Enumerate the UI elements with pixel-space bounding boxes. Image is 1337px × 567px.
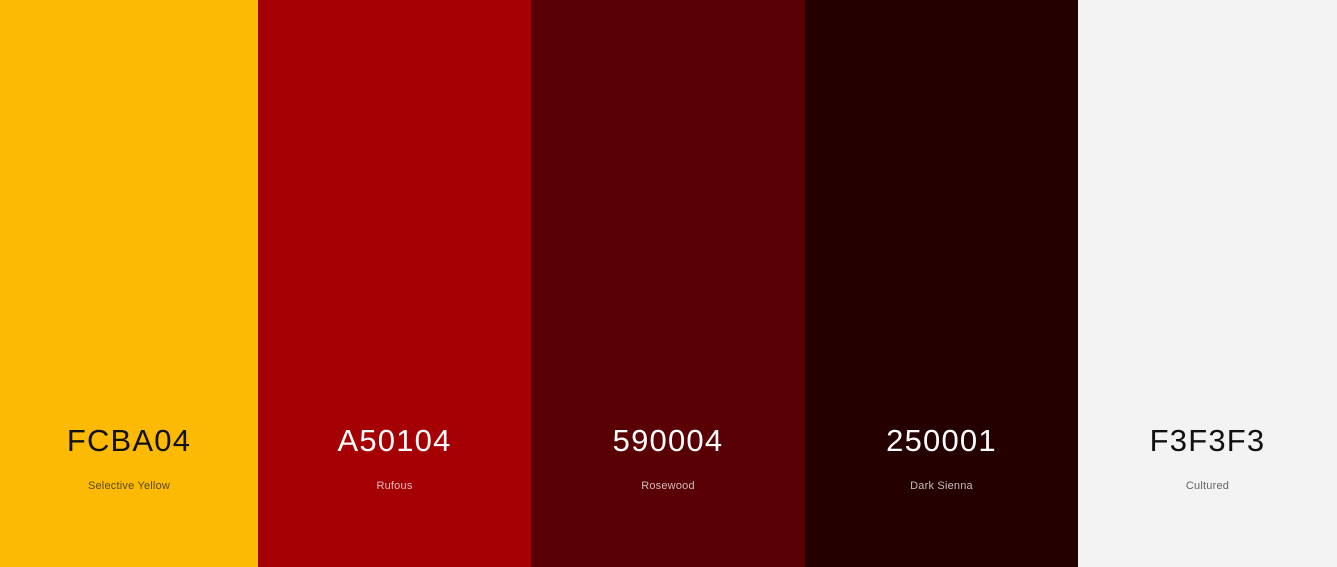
color-palette: FCBA04 Selective Yellow A50104 Rufous 59… — [0, 0, 1337, 567]
swatch-dark-sienna[interactable]: 250001 Dark Sienna — [805, 0, 1078, 567]
swatch-hex-code[interactable]: A50104 — [258, 423, 531, 459]
swatch-rufous[interactable]: A50104 Rufous — [258, 0, 531, 567]
swatch-color-name: Rosewood — [641, 480, 695, 492]
swatch-color-name: Rufous — [376, 480, 413, 492]
swatch-hex-code[interactable]: F3F3F3 — [1078, 423, 1337, 459]
swatch-rosewood[interactable]: 590004 Rosewood — [531, 0, 805, 567]
swatch-color-name: Selective Yellow — [87, 480, 171, 492]
swatch-color-name: Dark Sienna — [910, 480, 973, 492]
swatch-selective-yellow[interactable]: FCBA04 Selective Yellow — [0, 0, 258, 567]
swatch-cultured[interactable]: F3F3F3 Cultured — [1078, 0, 1337, 567]
swatch-color-name: Cultured — [1185, 480, 1230, 492]
swatch-hex-code[interactable]: FCBA04 — [0, 423, 258, 459]
swatch-hex-code[interactable]: 590004 — [531, 423, 805, 459]
swatch-hex-code[interactable]: 250001 — [805, 423, 1078, 459]
